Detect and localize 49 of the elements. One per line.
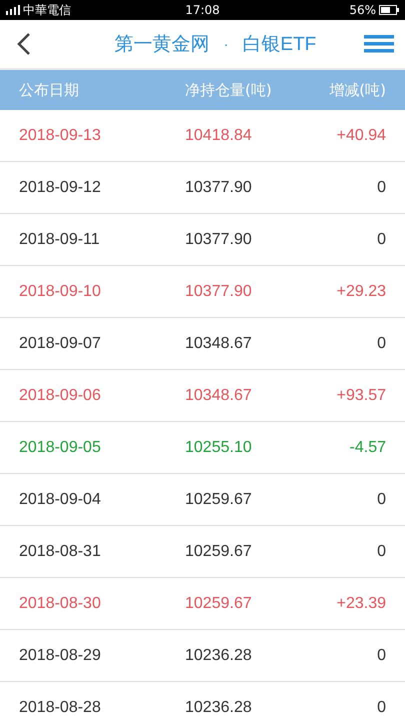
table-cell: 0 — [377, 230, 386, 248]
carrier-name: 中華電信 — [23, 2, 71, 18]
site-title: 第一黄金网 — [114, 33, 210, 57]
column-header: 增减(吨) — [329, 80, 386, 100]
battery-icon — [379, 5, 399, 15]
column-header: 公布日期 — [19, 80, 80, 100]
table-cell-text: 10348.67 — [185, 334, 253, 352]
table-cell-text: 10377.90 — [185, 230, 253, 248]
table-cell: +23.39 — [336, 594, 386, 612]
back-icon[interactable] — [17, 33, 31, 55]
table-cell-text: 10259.67 — [185, 594, 253, 612]
table-cell: -4.57 — [350, 438, 386, 456]
table-cell: 0 — [377, 542, 386, 560]
table-cell-text: 2018-09-07 — [19, 334, 102, 352]
table-cell-text: 10236.28 — [185, 698, 253, 716]
table-cell: 0 — [377, 646, 386, 664]
table-cell: +93.57 — [336, 386, 386, 404]
table-cell: 0 — [377, 698, 386, 716]
menu-icon[interactable] — [364, 35, 394, 53]
table-cell-text: 10259.67 — [185, 490, 253, 508]
column-header: 净持仓量(吨) — [185, 80, 273, 100]
table-cell-text: 2018-08-29 — [19, 646, 102, 664]
table-cell-text: 2018-09-10 — [19, 282, 102, 300]
table-cell-text: 10259.67 — [185, 542, 253, 560]
table-cell-text: 2018-09-04 — [19, 490, 102, 508]
page-title: 白银ETF — [242, 33, 316, 57]
clock-time: 17:08 — [185, 3, 220, 17]
table-cell-text: 2018-09-11 — [19, 230, 101, 248]
table-cell-text: 2018-09-13 — [19, 126, 102, 144]
table-cell: 0 — [377, 490, 386, 508]
table-cell-text: 10377.90 — [185, 178, 253, 196]
table-cell-text: 10348.67 — [185, 386, 253, 404]
title-separator: · — [224, 36, 228, 52]
table-cell-text: 10418.84 — [185, 126, 253, 144]
table-cell-text: 2018-09-12 — [19, 178, 102, 196]
table-cell: 0 — [377, 334, 386, 352]
table-cell-text: 10236.28 — [185, 646, 253, 664]
table-cell-text: 2018-08-30 — [19, 594, 102, 612]
table-cell-text: 2018-08-28 — [19, 698, 102, 716]
table-cell-text: 10255.10 — [185, 438, 253, 456]
table-cell: 0 — [377, 178, 386, 196]
table-cell-text: 2018-09-06 — [19, 386, 102, 404]
table-cell-text: 2018-08-31 — [19, 542, 102, 560]
table-cell: +40.94 — [336, 126, 386, 144]
table-cell: +29.23 — [336, 282, 386, 300]
table-cell-text: 2018-09-05 — [19, 438, 102, 456]
battery-percent: 56% — [349, 3, 376, 17]
table-cell-text: 10377.90 — [185, 282, 253, 300]
signal-icon — [6, 5, 20, 15]
